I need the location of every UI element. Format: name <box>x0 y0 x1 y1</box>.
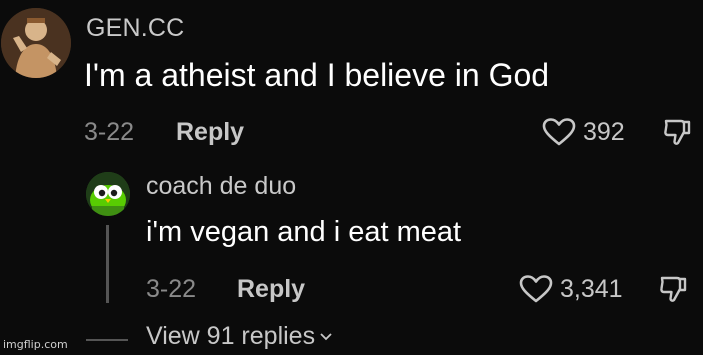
dislike-button[interactable] <box>658 274 688 309</box>
divider <box>86 339 128 341</box>
comment-author[interactable]: GEN.CC <box>86 14 184 43</box>
reply-author[interactable]: coach de duo <box>146 172 296 201</box>
heart-icon <box>519 275 553 303</box>
like-button[interactable]: 3,341 <box>518 274 623 304</box>
watermark: imgflip.com <box>3 338 68 351</box>
duolingo-owl-avatar-icon <box>86 172 130 216</box>
comment-thread: GEN.CC I'm a atheist and I believe in Go… <box>0 0 703 355</box>
thread-line <box>106 225 109 303</box>
view-replies-button[interactable]: View 91 replies <box>146 322 333 351</box>
comment-text: I'm a atheist and I believe in God <box>84 57 550 93</box>
dislike-button[interactable] <box>662 117 692 152</box>
reply-button[interactable]: Reply <box>237 275 305 304</box>
avatar[interactable] <box>86 172 130 216</box>
like-button[interactable]: 392 <box>541 117 625 147</box>
chevron-down-icon <box>320 332 332 340</box>
like-count: 392 <box>583 117 625 146</box>
heart-icon <box>542 118 576 146</box>
avatar[interactable] <box>1 8 71 78</box>
thumbs-down-icon <box>664 119 691 145</box>
reply-text: i'm vegan and i eat meat <box>146 216 462 248</box>
like-count: 3,341 <box>560 274 623 303</box>
reply-date: 3-22 <box>146 275 197 303</box>
reply-button[interactable]: Reply <box>176 118 244 147</box>
view-replies-label: View 91 replies <box>146 322 316 350</box>
comment-date: 3-22 <box>84 118 135 146</box>
statue-avatar-icon <box>1 8 71 78</box>
thumbs-down-icon <box>660 276 687 302</box>
